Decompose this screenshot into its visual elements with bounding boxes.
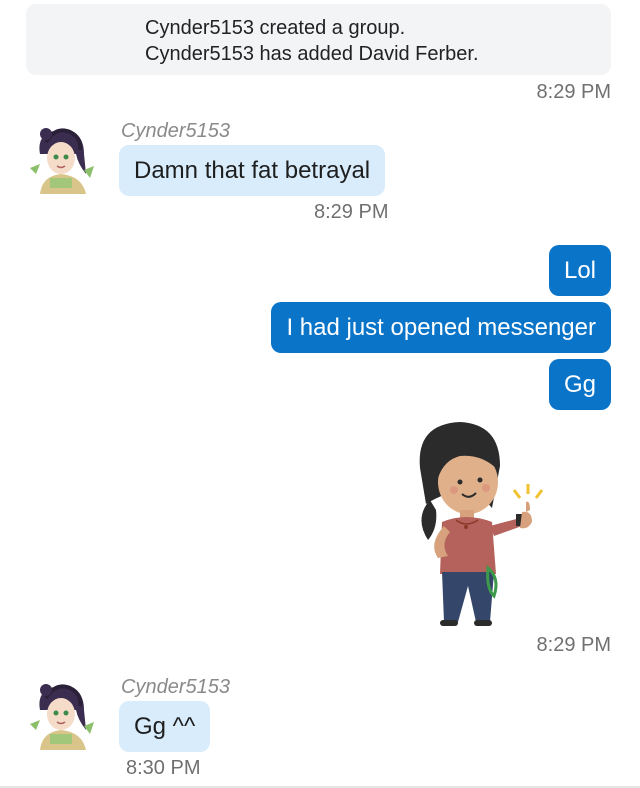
message-text: Gg xyxy=(563,370,596,398)
system-line-added: Cynder5153 has added David Ferber. xyxy=(145,43,479,65)
sender-name: Cynder5153 xyxy=(121,120,230,142)
timestamp: 8:29 PM xyxy=(536,81,611,103)
group-created-notice: Cynder5153 created a group. Cynder5153 h… xyxy=(26,4,611,75)
message-text: Damn that fat betrayal xyxy=(134,156,371,184)
message-text: I had just opened messenger xyxy=(286,313,596,341)
message-bubble-outgoing[interactable]: Gg xyxy=(548,359,611,410)
message-bubble-outgoing[interactable]: Lol xyxy=(548,245,611,296)
timestamp: 8:29 PM xyxy=(536,634,611,656)
message-bubble-incoming[interactable]: Gg ^^ xyxy=(119,701,211,752)
message-bubble-incoming[interactable]: Damn that fat betrayal xyxy=(119,145,386,196)
sender-avatar[interactable] xyxy=(26,680,96,750)
message-text: Gg ^^ xyxy=(134,712,196,740)
timestamp: 8:30 PM xyxy=(126,757,201,779)
message-text: Lol xyxy=(563,256,596,284)
sender-name: Cynder5153 xyxy=(121,676,230,698)
timestamp: 8:29 PM xyxy=(314,201,389,223)
sender-avatar[interactable] xyxy=(26,124,96,194)
thumbs-up-girl-sticker[interactable] xyxy=(408,418,548,630)
message-bubble-outgoing[interactable]: I had just opened messenger xyxy=(271,302,611,353)
system-line-created: Cynder5153 created a group. xyxy=(145,17,406,39)
